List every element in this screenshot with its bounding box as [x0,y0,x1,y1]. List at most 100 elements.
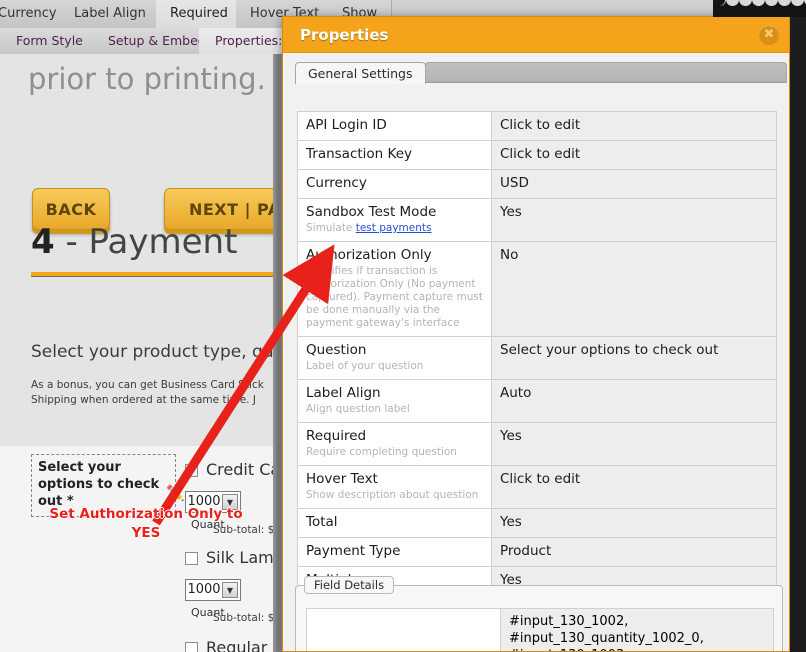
property-name-cell: Label Align Align question label [297,379,492,423]
property-value-cell[interactable]: Auto [491,379,777,423]
property-name-cell: API Login ID [297,111,492,141]
property-description: Simulate test payments [306,222,483,235]
table-row: Total Yes [297,508,777,538]
window-right-edge [790,0,806,652]
tab-setup-embed-label: Setup & Embed [108,33,206,48]
scallop-dot [752,0,765,6]
property-name: Currency [306,175,367,191]
property-name-cell: Sandbox Test Mode Simulate test payments [297,198,492,242]
property-name-cell: Transaction Key [297,140,492,170]
properties-dialog: Properties ✖ General Settings API Login … [282,16,790,652]
dialog-titlebar[interactable]: Properties ✖ [283,17,789,53]
table-row: Transaction Key Click to edit [297,140,777,170]
property-name: API Login ID [306,117,387,133]
tab-label-align-label: Label Align [74,6,146,21]
property-value-cell[interactable]: USD [491,169,777,199]
checkbox-silk-lamination[interactable] [185,552,198,565]
tab-required-label: Required [170,6,228,21]
scallop-dot [765,0,778,6]
fineprint-line-1: As a bonus, you can get Business Card St… [31,379,264,391]
table-row: Authorization Only Specifies if transacti… [297,241,777,337]
properties-table: API Login ID Click to edit Transaction Key… [297,111,777,651]
scallop-dot [726,0,739,6]
property-description: Label of your question [306,360,483,373]
option-row-credit-card[interactable]: Credit Card [185,460,273,479]
title-divider [31,272,273,277]
tab-general-settings[interactable]: General Settings [295,62,426,84]
quantity-value-silk-lamination: 1000 [187,582,221,597]
annotation-label: Set Authorization Only to YES [26,505,266,543]
preview-fineprint: As a bonus, you can get Business Card St… [31,378,273,408]
annotation-line-2: YES [131,525,161,541]
close-icon[interactable]: ✖ [759,25,779,45]
field-details-panel: Field Details #input_130_1002, #input_13… [295,576,783,651]
table-row: Currency USD [297,169,777,199]
quantity-select-silk-lamination[interactable]: 1000 ▼ [185,579,241,601]
page-title-number: 4 [31,222,55,262]
field-details-key [306,608,501,651]
property-name-cell: Question Label of your question [297,336,492,380]
property-name: Payment Type [306,543,401,559]
property-description-text: Require completing question [306,446,457,458]
tab-required[interactable]: Required [156,0,243,28]
property-name: Question [306,342,367,358]
property-name: Authorization Only [306,247,432,263]
property-value-cell[interactable]: Select your options to check out [491,336,777,380]
property-name: Transaction Key [306,146,412,162]
chevron-down-icon[interactable]: ▼ [222,582,238,598]
tab-form-style-label: Form Style [16,33,83,48]
scallop-dot [713,0,726,6]
property-value-cell[interactable]: Click to edit [491,465,777,509]
option-row-silk-lamination[interactable]: Silk Laminat [185,548,273,567]
property-name-cell: Total [297,508,492,538]
property-value-cell[interactable]: Product [491,537,777,567]
tab-label-align[interactable]: Label Align [60,0,161,28]
fineprint-line-2: Shipping when ordered at the same time. … [31,394,256,406]
property-value-cell[interactable]: No [491,241,777,337]
table-row: Sandbox Test Mode Simulate test payments Y… [297,198,777,242]
annotation-line-1: Set Authorization Only to [49,506,243,522]
property-value-cell[interactable]: Click to edit [491,140,777,170]
tab-form-style[interactable]: Form Style [0,28,100,54]
property-value-cell[interactable]: Yes [491,198,777,242]
property-name-cell: Required Require completing question [297,422,492,466]
property-name-cell: Hover Text Show description about questio… [297,465,492,509]
property-value-cell[interactable]: Yes [491,422,777,466]
property-description-text: Show description about question [306,489,479,501]
property-description-text: Simulate [306,222,356,234]
option-label-credit-card: Credit Card [206,460,273,479]
checkbox-credit-card[interactable] [185,462,198,477]
page-title: 4 - Payment [31,222,237,262]
field-details-legend: Field Details [304,576,395,594]
property-description-text: Align question label [306,403,410,415]
property-name: Hover Text [306,471,378,487]
property-description: Show description about question [306,489,483,502]
preview-lead-text: Select your product type, quar [31,342,273,362]
property-description: Align question label [306,403,483,416]
edit-pencil-icon[interactable]: ✏️ [166,484,185,502]
property-value-cell[interactable]: Yes [491,508,777,538]
property-description: Specifies if transaction is Authorizatio… [306,265,483,330]
form-preview-pane: prior to printing. BACK NEXT | PAYME 4 -… [0,54,273,652]
table-row: API Login ID Click to edit [297,111,777,141]
scallop-dot [791,0,804,6]
property-name-cell: Currency [297,169,492,199]
table-row: Question Label of your question Select you… [297,336,777,380]
field-details-value[interactable]: #input_130_1002, #input_130_quantity_100… [500,608,774,651]
scallop-decoration [713,0,806,17]
property-value-cell[interactable]: Click to edit [491,111,777,141]
page-title-text: - Payment [54,222,238,262]
table-row: Hover Text Show description about questio… [297,465,777,509]
property-name: Required [306,428,367,444]
dialog-title: Properties [300,26,389,44]
scallop-dot [739,0,752,6]
payment-question-block: Select your options to check out * ✏️ Cr… [0,446,273,652]
property-name-cell: Payment Type [297,537,492,567]
property-name: Label Align [306,385,381,401]
tab-currency-label: Currency [0,6,57,21]
option-row-regular-size[interactable]: Regular Size [185,638,273,652]
test-payments-link[interactable]: test payments [356,222,432,234]
property-name: Total [306,514,338,530]
property-description-text: Label of your question [306,360,424,372]
checkbox-regular-size[interactable] [185,642,198,652]
